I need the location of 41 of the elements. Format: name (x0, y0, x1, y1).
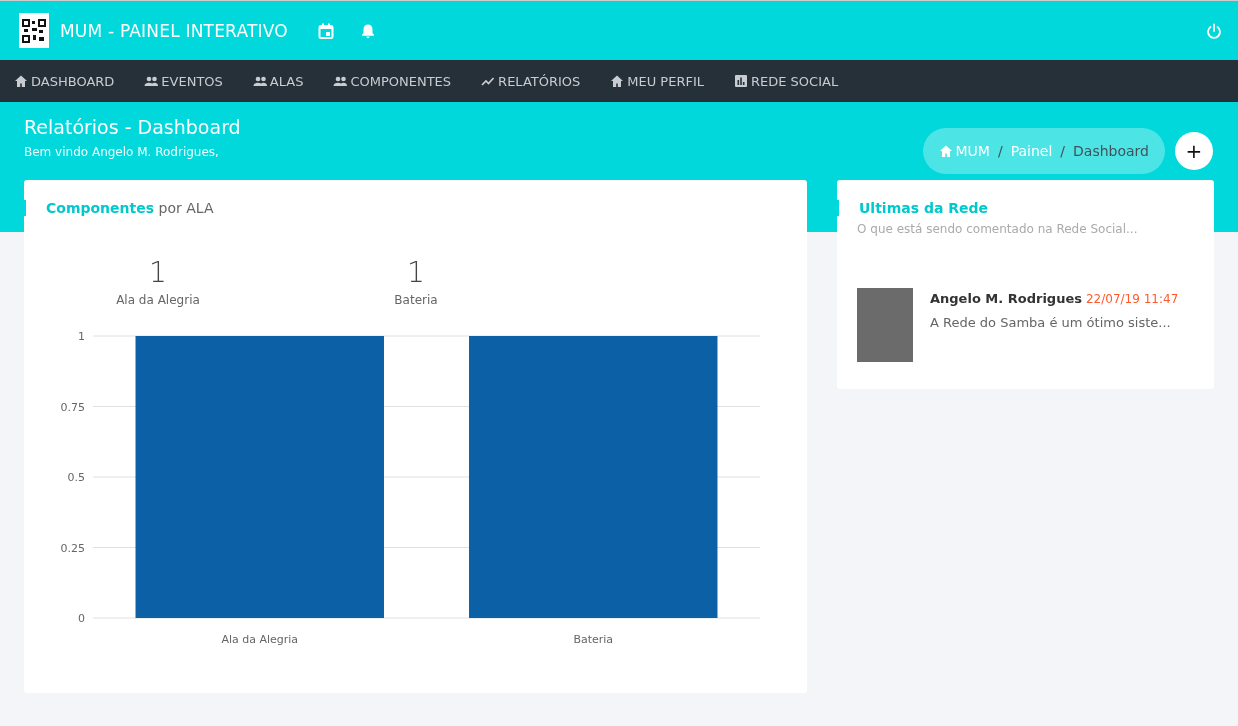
people-icon (333, 74, 348, 88)
home-icon (938, 144, 953, 158)
stat-value: 1 (148, 256, 168, 289)
card-title: Componentes por ALA (24, 200, 807, 216)
home-icon (14, 74, 28, 88)
home-icon (610, 74, 625, 88)
author-name: Angelo M. Rodrigues (930, 291, 1082, 306)
axis-tick-label: 0 (78, 612, 85, 625)
axis-tick-label: 1 (78, 330, 85, 343)
nav-link[interactable]: RELATÓRIOS (481, 73, 581, 89)
bell-icon[interactable] (359, 22, 376, 39)
axis-category-label: Bateria (573, 633, 614, 646)
axis-tick-label: 0.75 (60, 400, 85, 414)
card-title: Ultimas da Rede (837, 200, 1194, 216)
nav-link[interactable]: ALAS (252, 73, 304, 89)
power-icon[interactable] (1206, 22, 1222, 39)
people-icon (252, 74, 267, 88)
app-title: MUM - PAINEL INTERATIVO (60, 20, 288, 41)
people-icon (144, 74, 159, 88)
calendar-icon[interactable] (317, 22, 334, 39)
post-time: 22/07/19 11:47 (1086, 292, 1179, 306)
card-subtitle: O que está sendo comentado na Rede Social... (857, 222, 1139, 236)
bar-chart-icon (734, 74, 748, 88)
nav-link[interactable]: REDE SOCIAL (734, 73, 839, 89)
stat-label: Bateria (393, 293, 439, 307)
breadcrumb-separator: / (997, 143, 1003, 159)
current-page-label: Dashboard (1073, 143, 1149, 159)
axis-tick-label: 0.5 (67, 471, 85, 484)
nav-link[interactable]: COMPONENTES (333, 73, 452, 89)
breadcrumb-separator: / (1060, 143, 1066, 159)
axis-category-label: Ala da Alegria (221, 633, 299, 646)
nav-link[interactable]: EVENTOS (144, 73, 223, 89)
page-title: Relatórios - Dashboard (24, 115, 241, 138)
stat-value: 1 (406, 256, 426, 289)
nav-link[interactable]: DASHBOARD (14, 73, 115, 89)
axis-tick-label: 0.25 (60, 541, 85, 555)
post-text: A Rede do Samba é um ótimo siste... (930, 315, 1172, 330)
welcome-text: Bem vindo Angelo M. Rodrigues, (24, 144, 220, 159)
stat-label: Ala da Alegria (115, 293, 201, 307)
qr-code-drawing (19, 13, 49, 48)
nav-link[interactable]: MEU PERFIL (610, 73, 704, 89)
